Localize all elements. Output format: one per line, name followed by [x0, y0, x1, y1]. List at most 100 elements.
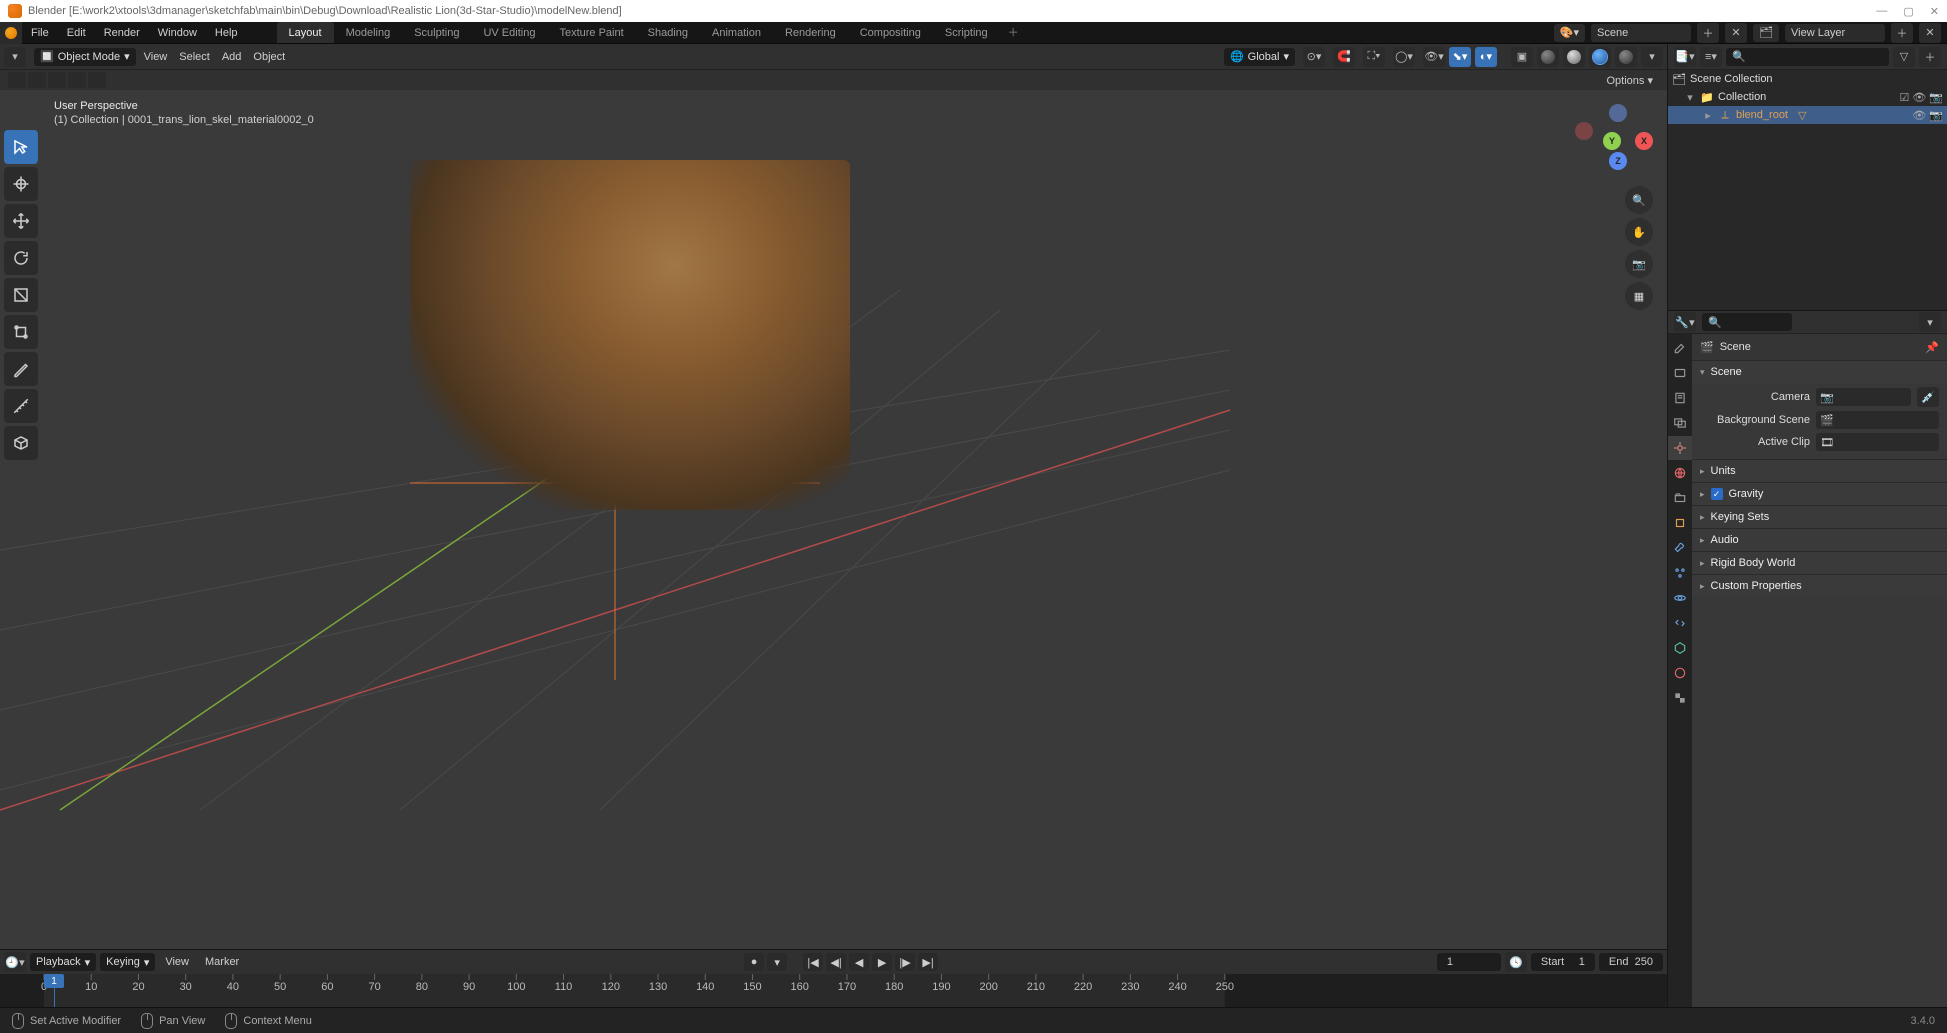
panel-header-scene[interactable]: ▾Scene: [1692, 361, 1947, 383]
ptab-constraints[interactable]: [1668, 611, 1692, 635]
viewlayer-icon[interactable]: 🗂: [1753, 24, 1779, 42]
visibility-icon[interactable]: 👁▾: [1423, 47, 1445, 67]
panel-customprops[interactable]: ▸Custom Properties: [1692, 575, 1947, 597]
menu-edit[interactable]: Edit: [58, 22, 95, 44]
tab-modeling[interactable]: Modeling: [334, 22, 403, 43]
play-icon[interactable]: ▶: [872, 953, 892, 971]
gravity-checkbox[interactable]: ✓: [1711, 488, 1723, 500]
outliner-row-collection[interactable]: ▾📁Collection ☑👁📷: [1668, 88, 1947, 106]
hdr-view[interactable]: View: [144, 51, 168, 63]
perspective-toggle-icon[interactable]: ▦: [1625, 282, 1653, 310]
panel-units[interactable]: ▸Units: [1692, 460, 1947, 482]
3d-viewport[interactable]: User Perspective (1) Collection | 0001_t…: [0, 90, 1667, 949]
menu-help[interactable]: Help: [206, 22, 247, 44]
panel-rigidbody[interactable]: ▸Rigid Body World: [1692, 552, 1947, 574]
pin-icon[interactable]: 📌: [1925, 341, 1939, 354]
new-collection-icon[interactable]: ＋: [1919, 47, 1941, 67]
outliner-editor-icon[interactable]: 📑▾: [1674, 47, 1696, 67]
tool-measure[interactable]: [4, 389, 38, 423]
tab-compositing[interactable]: Compositing: [848, 22, 933, 43]
tab-texturepaint[interactable]: Texture Paint: [547, 22, 635, 43]
tool-annotate[interactable]: [4, 352, 38, 386]
preview-range-icon[interactable]: 🕓: [1505, 952, 1527, 972]
ptab-viewlayer[interactable]: [1668, 411, 1692, 435]
axis-y[interactable]: Y: [1603, 132, 1621, 150]
outliner-row-blendroot[interactable]: ▸⟂blend_root ▽ 👁📷: [1668, 106, 1947, 124]
outliner-search[interactable]: 🔍: [1726, 48, 1889, 66]
xray-icon[interactable]: ▣: [1511, 47, 1533, 67]
hdr-add[interactable]: Add: [222, 51, 242, 63]
shading-rendered-icon[interactable]: [1615, 47, 1637, 67]
del-scene-button[interactable]: ✕: [1725, 23, 1747, 43]
tl-marker[interactable]: Marker: [199, 956, 245, 968]
proportional-icon[interactable]: ◯▾: [1393, 47, 1415, 67]
options-dropdown[interactable]: Options ▾: [1601, 74, 1660, 87]
keyframe-prev-icon[interactable]: ◀|: [826, 953, 846, 971]
autokey-icon[interactable]: ●: [744, 953, 764, 971]
activeclip-field[interactable]: 🎞: [1816, 433, 1939, 451]
minimize-button[interactable]: —: [1876, 5, 1887, 18]
new-scene-button[interactable]: ＋: [1697, 23, 1719, 43]
ptab-texture[interactable]: [1668, 686, 1692, 710]
ptab-particles[interactable]: [1668, 561, 1692, 585]
lion-mesh[interactable]: [410, 160, 850, 510]
axis-neg-x[interactable]: [1575, 122, 1593, 140]
tool-rotate[interactable]: [4, 241, 38, 275]
camera-view-icon[interactable]: 📷: [1625, 250, 1653, 278]
select-mode-1[interactable]: [8, 72, 26, 88]
tool-scale[interactable]: [4, 278, 38, 312]
props-options-icon[interactable]: ▾: [1919, 312, 1941, 332]
axis-neg-z[interactable]: [1609, 104, 1627, 122]
jump-start-icon[interactable]: |◀: [803, 953, 823, 971]
panel-audio[interactable]: ▸Audio: [1692, 529, 1947, 551]
panel-keyingsets[interactable]: ▸Keying Sets: [1692, 506, 1947, 528]
hdr-object[interactable]: Object: [253, 51, 285, 63]
panel-gravity[interactable]: ▸✓Gravity: [1692, 483, 1947, 505]
tl-playback[interactable]: Playback ▾: [30, 953, 96, 971]
tl-keying[interactable]: Keying ▾: [100, 953, 155, 971]
menu-window[interactable]: Window: [149, 22, 206, 44]
menu-file[interactable]: File: [22, 22, 58, 44]
props-editor-icon[interactable]: 🔧▾: [1674, 312, 1696, 332]
tool-transform[interactable]: [4, 315, 38, 349]
gizmo-toggle-icon[interactable]: ⬊▾: [1449, 47, 1471, 67]
props-search[interactable]: 🔍: [1702, 313, 1792, 331]
orientation-selector[interactable]: 🌐 Global ▾: [1224, 48, 1295, 66]
viewlayer-selector[interactable]: View Layer: [1785, 24, 1885, 42]
mode-selector[interactable]: 🔲 Object Mode ▾: [34, 48, 136, 66]
ptab-collection[interactable]: [1668, 486, 1692, 510]
tool-cursor[interactable]: [4, 167, 38, 201]
tool-move[interactable]: [4, 204, 38, 238]
hdr-select[interactable]: Select: [179, 51, 210, 63]
camera-field[interactable]: 📷: [1816, 388, 1911, 406]
ptab-tool[interactable]: [1668, 336, 1692, 360]
eyedropper-icon[interactable]: 💉: [1917, 387, 1939, 407]
add-workspace-button[interactable]: ＋: [1000, 22, 1027, 43]
new-viewlayer-button[interactable]: ＋: [1891, 23, 1913, 43]
tl-view[interactable]: View: [159, 956, 195, 968]
current-frame[interactable]: 1: [1437, 953, 1501, 971]
snapto-icon[interactable]: ⛶▾: [1363, 47, 1385, 67]
tab-scripting[interactable]: Scripting: [933, 22, 1000, 43]
bgscene-field[interactable]: 🎬: [1816, 411, 1939, 429]
playhead[interactable]: 1: [44, 974, 64, 1007]
pan-icon[interactable]: ✋: [1625, 218, 1653, 246]
shading-matprev-icon[interactable]: [1589, 47, 1611, 67]
shading-wire-icon[interactable]: [1537, 47, 1559, 67]
ptab-object[interactable]: [1668, 511, 1692, 535]
timeline-ruler[interactable]: 0102030405060708090100110120130140150160…: [0, 974, 1667, 1007]
axis-x[interactable]: X: [1635, 132, 1653, 150]
outliner-tree[interactable]: 🗂Scene Collection ▾📁Collection ☑👁📷 ▸⟂ble…: [1668, 70, 1947, 310]
scene-icon[interactable]: 🎨▾: [1554, 24, 1585, 42]
shading-options-icon[interactable]: ▾: [1641, 47, 1663, 67]
del-viewlayer-button[interactable]: ✕: [1919, 23, 1941, 43]
axis-z[interactable]: Z: [1609, 152, 1627, 170]
tab-animation[interactable]: Animation: [700, 22, 773, 43]
ptab-render[interactable]: [1668, 361, 1692, 385]
jump-end-icon[interactable]: ▶|: [918, 953, 938, 971]
pivot-icon[interactable]: ⊙▾: [1303, 47, 1325, 67]
ptab-data[interactable]: [1668, 636, 1692, 660]
ptab-output[interactable]: [1668, 386, 1692, 410]
autokey-drop[interactable]: ▾: [767, 953, 787, 971]
select-mode-5[interactable]: [88, 72, 106, 88]
